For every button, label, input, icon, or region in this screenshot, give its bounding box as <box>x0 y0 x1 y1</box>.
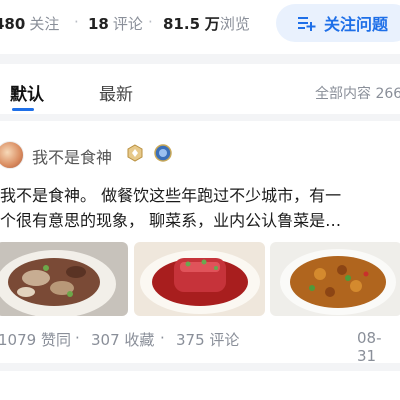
follow-question-label: 关注问题 <box>324 15 389 34</box>
content-count: 全部内容 266 <box>315 86 400 102</box>
next-answer-card[interactable] <box>0 371 400 400</box>
answer-sort-tabs: 默认 最新 全部内容 266 <box>0 64 400 114</box>
red-sauce-dish-photo[interactable] <box>134 242 265 316</box>
stat-separator: · <box>160 329 165 347</box>
braised-meat-dish-photo[interactable] <box>0 242 128 316</box>
views-stat: 81.5 万浏览 <box>163 15 250 33</box>
followers-stat: 480关注 <box>0 15 60 33</box>
answer-excerpt[interactable]: 我不是食神。 做餐饮这些年跑过不少城市，有一 个很有意思的现象， 聊菜系，业内公… <box>0 183 400 233</box>
stat-separator: · <box>75 329 80 347</box>
level-badge-icon <box>127 144 143 162</box>
tab-default[interactable]: 默认 <box>10 80 44 105</box>
active-tab-indicator <box>12 108 34 111</box>
stat-separator: · <box>148 13 153 31</box>
favorite-count[interactable]: 307 收藏 <box>91 329 154 350</box>
comment-count[interactable]: 375 评论 <box>176 329 239 350</box>
upvote-count[interactable]: 1079 赞同 <box>0 329 71 350</box>
tab-latest[interactable]: 最新 <box>99 80 133 105</box>
author-name[interactable]: 我不是食神 <box>32 144 112 168</box>
stat-separator: · <box>74 13 79 31</box>
excerpt-line: 我不是食神。 做餐饮这些年跑过不少城市，有一 <box>0 186 342 205</box>
answer-date: 08-31 <box>357 329 382 365</box>
verified-badge-icon <box>154 144 172 162</box>
answer-card[interactable]: 我不是食神 我不是食神。 做餐饮这些年跑过不少城市，有一 个很有意思的现象， 聊… <box>0 121 400 365</box>
avatar[interactable] <box>0 141 24 169</box>
comments-stat[interactable]: 18 评论 <box>88 13 143 34</box>
stir-fried-dish-photo[interactable] <box>270 242 400 316</box>
add-list-icon <box>298 17 316 31</box>
excerpt-line: 个很有意思的现象， 聊菜系，业内公认鲁菜是… <box>0 211 342 230</box>
question-stats-bar: 480关注 · 18评论 · 81.5 万浏览 关注问题 <box>0 0 400 54</box>
follow-question-button[interactable]: 关注问题 <box>276 4 400 42</box>
